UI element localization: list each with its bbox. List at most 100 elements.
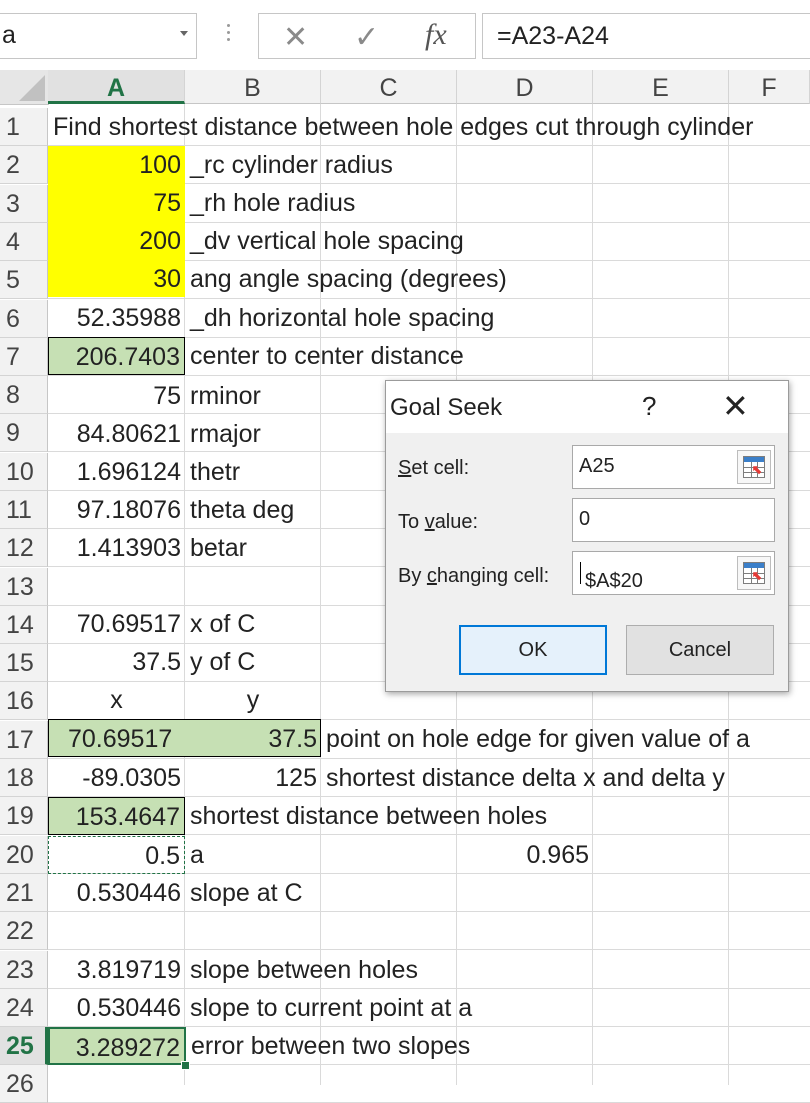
row-header-6[interactable]: 6 [0,300,48,338]
cell-A17[interactable]: 70.69517 [49,720,185,758]
cell-A10[interactable]: 1.696124 [48,453,185,491]
column-header-D[interactable]: D [457,70,593,104]
cell-B10[interactable]: thetr [185,453,385,491]
cell-B19[interactable]: shortest distance between holes [185,797,605,835]
cell-B8[interactable]: rminor [185,377,385,415]
cell-B14[interactable]: x of C [185,605,385,643]
help-icon[interactable]: ? [642,391,656,422]
set-cell-value[interactable]: A25 [579,455,615,478]
set-cell-input[interactable]: A25 ⬉ [572,445,775,489]
to-value-input[interactable]: 0 [572,498,775,542]
column-header-A[interactable]: A [48,70,185,104]
formula-text[interactable]: =A23-A24 [497,22,609,51]
row-header-7[interactable]: 7 [0,338,48,376]
cell-A23[interactable]: 3.819719 [48,951,185,989]
cell-B6[interactable]: _dh horizontal hole spacing [185,299,605,337]
row-header-25[interactable]: 25 [0,1027,48,1065]
cell-A5[interactable]: 30 [48,260,185,297]
cell-B25[interactable]: error between two slopes [186,1027,606,1065]
cell-A2[interactable]: 100 [48,146,185,184]
chevron-down-icon[interactable] [180,31,188,36]
check-icon[interactable]: ✓ [354,20,379,55]
cell-B3[interactable]: _rh hole radius [185,184,605,222]
cell-A20[interactable]: 0.5 [48,836,185,874]
changing-cell-value[interactable]: $A$20 [579,561,643,592]
cell-A6[interactable]: 52.35988 [48,299,185,337]
row-header-1[interactable]: 1 [0,108,48,146]
cancel-icon[interactable]: ✕ [283,20,308,55]
row-header-18[interactable]: 18 [0,759,48,797]
close-icon[interactable]: ✕ [722,387,749,425]
cell-B4[interactable]: _dv vertical hole spacing [185,222,605,260]
cell-A19[interactable]: 153.4647 [48,797,185,835]
row-header-12[interactable]: 12 [0,529,48,567]
row-header-20[interactable]: 20 [0,836,48,874]
formula-input[interactable]: =A23-A24 [482,13,810,59]
column-header-B[interactable]: B [185,70,321,104]
column-header-C[interactable]: C [321,70,457,104]
row-header-23[interactable]: 23 [0,951,48,989]
dialog-titlebar[interactable]: Goal Seek ? ✕ [386,381,788,433]
row-header-14[interactable]: 14 [0,606,48,644]
row-header-24[interactable]: 24 [0,989,48,1027]
cell-B24[interactable]: slope to current point at a [185,989,605,1027]
row-header-21[interactable]: 21 [0,874,48,912]
cell-D20[interactable]: 0.965 [457,836,593,874]
row-header-26[interactable]: 26 [0,1065,48,1103]
cell-A7[interactable]: 206.7403 [48,337,185,375]
cell-A25[interactable]: 3.289272 [48,1027,186,1065]
cell-B1[interactable]: Find shortest distance between hole edge… [48,108,810,146]
ok-button[interactable]: OK [459,625,607,675]
row-header-5[interactable]: 5 [0,261,48,299]
row-header-4[interactable]: 4 [0,223,48,261]
name-box-value[interactable]: a [2,21,16,50]
row-header-10[interactable]: 10 [0,453,48,491]
row-header-9[interactable]: 9 [0,414,48,452]
row-header-11[interactable]: 11 [0,491,48,529]
cell-A12[interactable]: 1.413903 [48,529,185,567]
cell-A15[interactable]: 37.5 [48,643,185,681]
collapse-dialog-icon[interactable]: ⬉ [737,556,771,590]
cell-B17[interactable]: 37.5 [185,720,321,758]
cell-A8[interactable]: 75 [48,377,185,415]
cell-A9[interactable]: 84.80621 [48,415,185,453]
cell-A14[interactable]: 70.69517 [48,605,185,643]
row-header-2[interactable]: 2 [0,146,48,184]
row-header-16[interactable]: 16 [0,682,48,720]
cell-A16[interactable]: x [48,681,185,719]
name-box[interactable]: a [0,13,197,59]
cell-B15[interactable]: y of C [185,643,385,681]
row-header-17[interactable]: 17 [0,721,48,759]
cell-B21[interactable]: slope at C [185,874,605,912]
cell-B16[interactable]: y [185,681,321,719]
cell-A21[interactable]: 0.530446 [48,874,185,912]
row-header-19[interactable]: 19 [0,797,48,835]
cell-B2[interactable]: _rc cylinder radius [185,146,605,184]
cell-A18[interactable]: -89.0305 [48,759,185,797]
cell-A11[interactable]: 97.18076 [48,491,185,529]
column-header-F[interactable]: F [729,70,810,104]
cell-B12[interactable]: betar [185,529,385,567]
row-header-8[interactable]: 8 [0,376,48,414]
cell-C17[interactable]: point on hole edge for given value of a [321,720,810,758]
column-header-E[interactable]: E [593,70,729,104]
collapse-dialog-icon[interactable]: ⬉ [737,450,771,484]
cell-B9[interactable]: rmajor [185,415,385,453]
row-header-3[interactable]: 3 [0,185,48,223]
cancel-button[interactable]: Cancel [626,625,774,675]
cell-B20[interactable]: a [185,836,321,874]
grip-dots-icon[interactable] [225,24,231,46]
cell-B7[interactable]: center to center distance [185,337,605,375]
cell-B18[interactable]: 125 [185,759,321,797]
cell-B5[interactable]: ang angle spacing (degrees) [185,260,605,298]
cell-B11[interactable]: theta deg [185,491,385,529]
row-header-22[interactable]: 22 [0,912,48,950]
insert-function-icon[interactable]: fx [425,18,447,52]
cell-A4[interactable]: 200 [48,222,185,260]
select-all-button[interactable] [0,70,49,105]
changing-cell-input[interactable]: $A$20 ⬉ [572,551,775,595]
cell-A3[interactable]: 75 [48,184,185,222]
cell-A24[interactable]: 0.530446 [48,989,185,1027]
row-header-15[interactable]: 15 [0,644,48,682]
cell-B23[interactable]: slope between holes [185,951,605,989]
